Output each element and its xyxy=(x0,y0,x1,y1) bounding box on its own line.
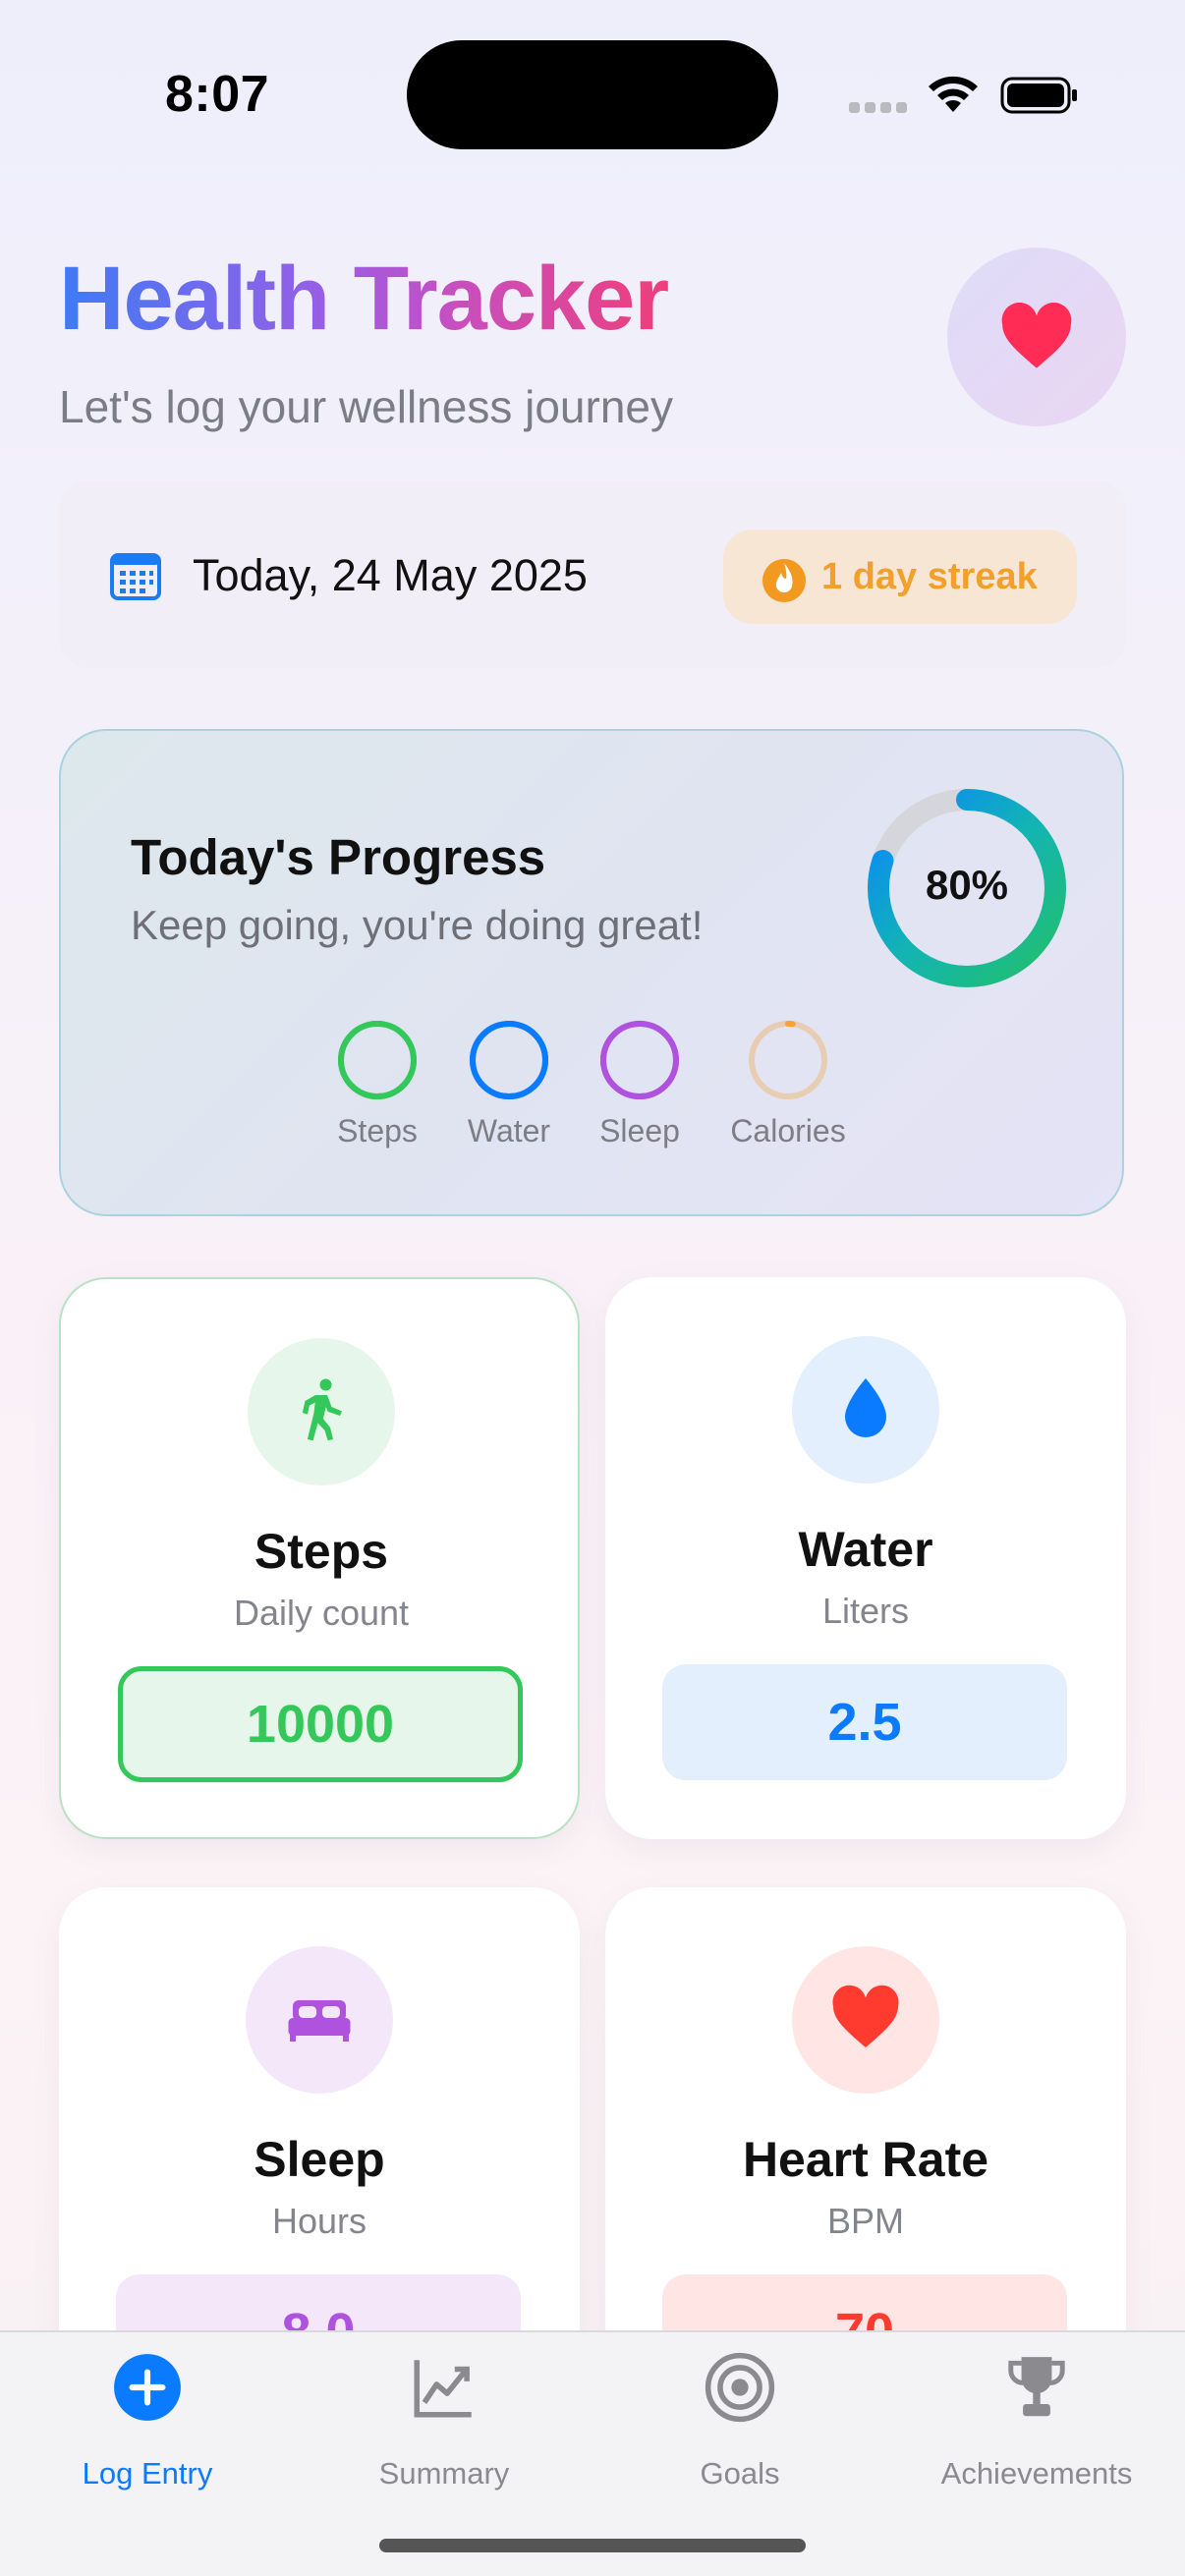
metric-title: Heart Rate xyxy=(742,2132,989,2187)
metric-card-steps[interactable]: Steps Daily count 10000 xyxy=(59,1277,580,1839)
tab-label: Summary xyxy=(378,2456,510,2491)
trophy-icon xyxy=(1000,2351,1073,2429)
flame-icon xyxy=(762,559,806,602)
calendar-icon xyxy=(110,553,161,600)
streak-label: 1 day streak xyxy=(821,555,1038,597)
cellular-signal-icon xyxy=(849,102,907,113)
metric-subtitle: Daily count xyxy=(233,1593,410,1633)
mini-ring-water xyxy=(467,1018,551,1102)
metric-card-water[interactable]: Water Liters 2.5 xyxy=(605,1277,1126,1839)
home-indicator xyxy=(379,2539,806,2552)
target-icon xyxy=(704,2351,776,2429)
mini-ring-label: Calories xyxy=(730,1113,846,1148)
metric-icon-badge xyxy=(246,1946,393,2094)
bed-icon xyxy=(284,1983,355,2058)
wifi-icon xyxy=(929,76,978,112)
metric-subtitle: Hours xyxy=(271,2201,367,2241)
metric-icon-badge xyxy=(248,1338,395,1485)
metric-subtitle: BPM xyxy=(826,2201,904,2241)
walking-icon xyxy=(286,1374,357,1450)
page-title: Health Tracker xyxy=(59,249,669,349)
progress-title: Today's Progress xyxy=(131,829,546,885)
mini-ring-sleep xyxy=(597,1018,682,1102)
metric-subtitle: Liters xyxy=(821,1591,910,1631)
tab-achievements[interactable]: Achievements xyxy=(889,2338,1184,2495)
tab-label: Log Entry xyxy=(82,2456,213,2491)
tab-label: Achievements xyxy=(940,2456,1133,2491)
tab-log-entry[interactable]: Log Entry xyxy=(0,2338,295,2495)
progress-subtitle: Keep going, you're doing great! xyxy=(131,902,704,948)
metric-value-field[interactable]: 2.5 xyxy=(662,1664,1067,1780)
overall-progress-percent: 80% xyxy=(925,862,1009,908)
heart-icon xyxy=(1001,303,1072,368)
metric-icon-badge xyxy=(792,1946,939,2094)
heart-icon xyxy=(830,1983,901,2058)
mini-ring-calories xyxy=(746,1018,830,1102)
metric-icon-badge xyxy=(792,1336,939,1484)
chart-line-icon xyxy=(408,2351,480,2429)
tab-goals[interactable]: Goals xyxy=(592,2338,887,2495)
water-drop-icon xyxy=(830,1372,901,1448)
plus-circle-icon xyxy=(111,2351,184,2429)
metric-title: Sleep xyxy=(254,2132,385,2187)
streak-badge[interactable]: 1 day streak xyxy=(723,530,1077,624)
metric-value-field[interactable]: 10000 xyxy=(118,1666,523,1782)
status-time: 8:07 xyxy=(165,66,270,123)
health-heart-button[interactable] xyxy=(947,248,1126,426)
battery-icon xyxy=(1000,77,1077,114)
metric-title: Water xyxy=(798,1522,933,1577)
tab-summary[interactable]: Summary xyxy=(297,2338,592,2495)
tab-label: Goals xyxy=(700,2456,780,2491)
date-label: Today, 24 May 2025 xyxy=(193,550,588,600)
dynamic-island xyxy=(407,40,778,149)
page-subtitle: Let's log your wellness journey xyxy=(59,381,673,432)
metric-title: Steps xyxy=(254,1524,389,1579)
mini-ring-steps xyxy=(335,1018,420,1102)
